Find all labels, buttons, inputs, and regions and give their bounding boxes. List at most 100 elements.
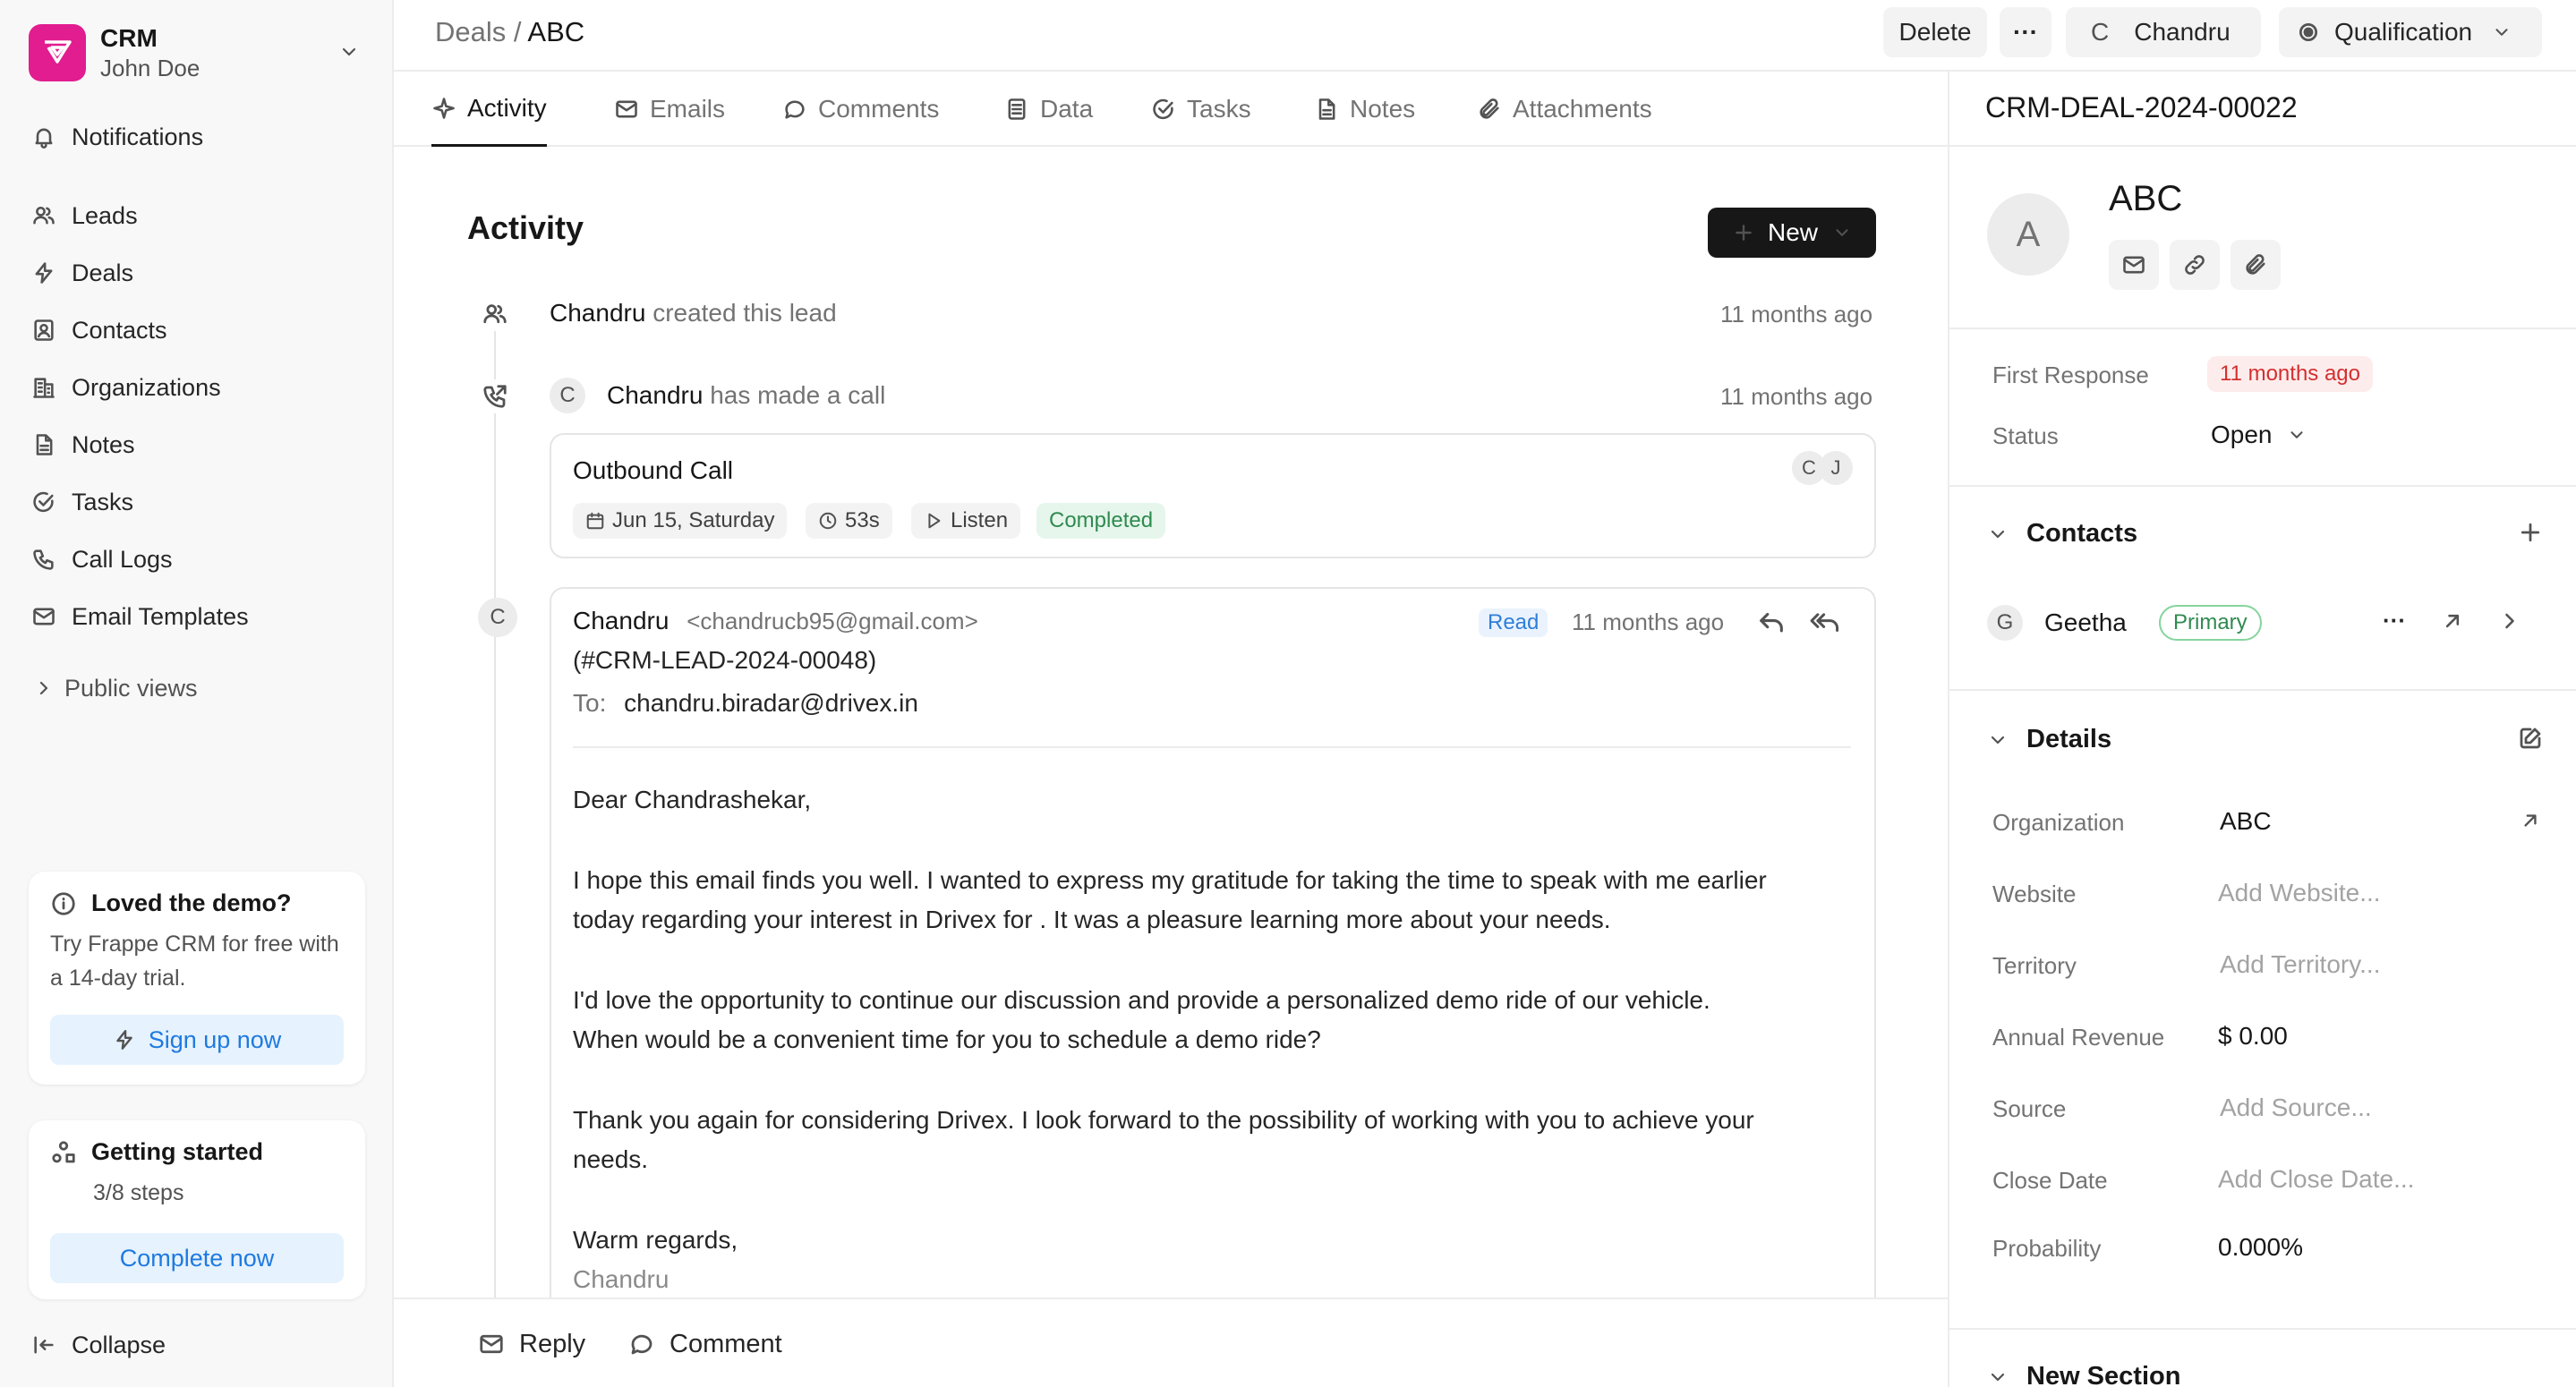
complete-now-button[interactable]: Complete now (50, 1233, 344, 1283)
delete-button[interactable]: Delete (1883, 7, 1987, 57)
status-field-label: Status (1992, 422, 2059, 449)
status-select[interactable]: Open (2211, 421, 2307, 449)
comment-button[interactable]: Comment (628, 1324, 782, 1364)
sidebar: CRM John Doe Notifications Leads Deals C… (0, 0, 394, 1387)
collapse-button[interactable]: Collapse (27, 1321, 367, 1369)
tab-label: Comments (818, 95, 940, 123)
tab-emails[interactable]: Emails (614, 72, 725, 147)
note-icon (1314, 97, 1339, 122)
divider (1949, 145, 2576, 147)
annual-revenue-field[interactable]: $ 0.00 (2218, 1022, 2288, 1051)
activity-icon (431, 96, 456, 121)
activity-text: has made a call (710, 381, 886, 409)
field-label: Territory (1992, 952, 2077, 979)
check-circle-icon (1151, 97, 1176, 122)
probability-field[interactable]: 0.000% (2218, 1233, 2303, 1262)
territory-field[interactable]: Add Territory... (2220, 950, 2380, 979)
divider (1949, 485, 2576, 487)
email-sender: Chandru (573, 607, 670, 634)
status-dropdown[interactable]: Qualification (2279, 7, 2542, 57)
email-time: 11 months ago (1572, 608, 1725, 635)
mail-icon (614, 97, 639, 122)
users-icon (30, 202, 57, 229)
tab-activity[interactable]: Activity (431, 72, 547, 147)
contact-name[interactable]: Geetha (2044, 608, 2127, 637)
breadcrumb-deals[interactable]: Deals (435, 16, 506, 47)
details-section-header[interactable]: Details (1987, 725, 2111, 754)
tab-data[interactable]: Data (1004, 72, 1093, 147)
email-subject: (#CRM-LEAD-2024-00048) (573, 646, 877, 674)
sidebar-item-tasks[interactable]: Tasks (27, 478, 367, 526)
sidebar-item-organizations[interactable]: Organizations (27, 363, 367, 412)
listen-button[interactable]: Listen (911, 503, 1021, 539)
sign-up-label: Sign up now (148, 1025, 282, 1053)
reply-all-icon[interactable] (1808, 607, 1842, 637)
sidebar-item-call-logs[interactable]: Call Logs (27, 535, 367, 583)
users-icon (478, 297, 512, 331)
send-email-button[interactable] (2109, 240, 2159, 290)
contacts-section-header[interactable]: Contacts (1987, 519, 2137, 549)
tab-tasks[interactable]: Tasks (1151, 72, 1251, 147)
website-field[interactable]: Add Website... (2218, 879, 2381, 907)
email-body-line: Dear Chandrashekar, (573, 786, 812, 813)
close-date-field[interactable]: Add Close Date... (2218, 1165, 2414, 1194)
reply-button[interactable]: Reply (478, 1324, 585, 1364)
more-icon: ··· (2013, 18, 2038, 46)
collapse-icon (30, 1332, 57, 1358)
sidebar-item-notes[interactable]: Notes (27, 421, 367, 469)
tab-attachments[interactable]: Attachments (1477, 72, 1652, 147)
assignee-name: Chandru (2134, 18, 2231, 46)
add-contact-icon[interactable] (2517, 519, 2544, 546)
tab-label: Attachments (1513, 95, 1652, 123)
public-views-toggle[interactable]: Public views (27, 664, 367, 712)
public-views-label: Public views (64, 674, 198, 702)
open-external-icon[interactable] (2519, 809, 2542, 832)
more-icon[interactable]: ··· (2383, 607, 2406, 634)
assignee-button[interactable]: C Chandru (2066, 7, 2261, 57)
more-options-button[interactable]: ··· (2000, 7, 2051, 57)
activity-created-lead: Chandru created this lead (550, 299, 837, 328)
organization-field[interactable]: ABC (2220, 807, 2272, 836)
status-value: Open (2211, 421, 2273, 448)
status-label: Qualification (2334, 18, 2473, 46)
getting-started-title: Getting started (91, 1138, 264, 1165)
avatar: J (1819, 451, 1853, 485)
source-field[interactable]: Add Source... (2220, 1093, 2372, 1122)
collapse-label: Collapse (72, 1331, 166, 1358)
sidebar-item-deals[interactable]: Deals (27, 249, 367, 297)
chevron-right-icon[interactable] (2497, 608, 2522, 634)
new-section-header[interactable]: New Section (1987, 1362, 2180, 1387)
sidebar-item-email-templates[interactable]: Email Templates (27, 592, 367, 641)
new-activity-button[interactable]: New (1708, 208, 1876, 258)
attach-button[interactable] (2231, 240, 2281, 290)
new-label: New (1767, 218, 1818, 246)
reply-icon[interactable] (1756, 607, 1787, 637)
calendar-icon (585, 511, 605, 531)
link-icon (2182, 252, 2207, 277)
composer-footer: Reply Comment (394, 1298, 1948, 1387)
call-participants: C J (1792, 451, 1853, 485)
tab-notes[interactable]: Notes (1314, 72, 1415, 147)
organization-avatar[interactable]: A (1987, 193, 2069, 276)
workspace-switcher[interactable]: CRM John Doe (29, 21, 369, 84)
call-card[interactable]: Outbound Call C J Jun 15, Saturday 53s L… (550, 433, 1876, 558)
open-external-icon[interactable] (2440, 608, 2465, 634)
email-body-line: When would be a convenient time for you … (573, 1025, 1321, 1053)
edit-icon[interactable] (2517, 725, 2544, 752)
copy-link-button[interactable] (2170, 240, 2220, 290)
sidebar-item-leads[interactable]: Leads (27, 191, 367, 240)
sidebar-item-contacts[interactable]: Contacts (27, 306, 367, 354)
tab-comments[interactable]: Comments (782, 72, 939, 147)
mail-icon (30, 603, 57, 630)
avatar: C (478, 598, 517, 637)
phone-outgoing-icon (478, 379, 512, 413)
sign-up-button[interactable]: Sign up now (50, 1015, 344, 1065)
contacts-title: Contacts (2026, 519, 2138, 548)
check-circle-icon (30, 489, 57, 515)
call-date-chip: Jun 15, Saturday (573, 503, 788, 539)
tab-bar: Activity Emails Comments Data Tasks Note… (394, 72, 1948, 147)
sidebar-item-notifications[interactable]: Notifications (27, 113, 367, 161)
shapes-icon (50, 1139, 77, 1166)
email-body-line: Chandru (573, 1265, 670, 1293)
status-dot-icon (2297, 21, 2320, 44)
